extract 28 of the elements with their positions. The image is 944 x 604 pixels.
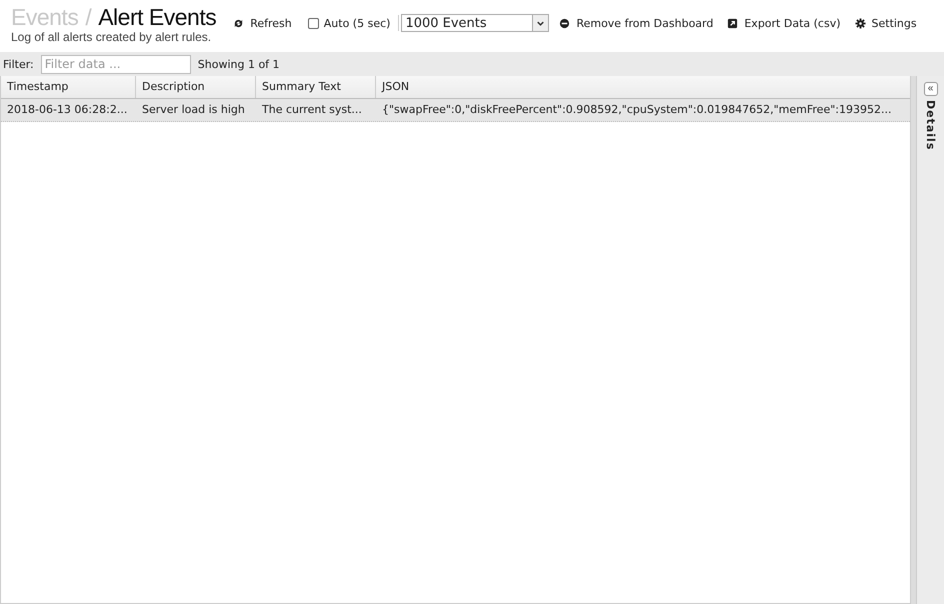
export-button[interactable]: Export Data (csv) xyxy=(720,16,848,30)
page-subtitle: Log of all alerts created by alert rules. xyxy=(11,30,212,44)
minus-circle-icon xyxy=(559,18,570,28)
filter-field[interactable]: Filter data ... xyxy=(40,54,191,74)
refresh-icon xyxy=(233,18,244,28)
auto-label: Auto (5 sec) xyxy=(324,16,390,30)
table-row[interactable]: 2018-06-13 06:28:2... Server load is high The current syst... {"swapFree":0,"diskFreePercent":0.908592,"cpuSystem":0.019847652,"memFree":193952... xyxy=(1,99,910,122)
settings-icon xyxy=(854,18,866,28)
column-header[interactable]: Description xyxy=(136,76,256,98)
event-limit-dropdown[interactable]: 1000 Events xyxy=(401,14,550,32)
details-tab[interactable]: Details xyxy=(924,100,937,150)
table-cell-text: The current syst... xyxy=(261,102,363,118)
auto-checkbox[interactable] xyxy=(308,18,319,28)
remove-button[interactable]: Remove from Dashboard xyxy=(552,16,720,30)
row-count: Showing 1 of 1 xyxy=(198,58,280,70)
external-link-icon xyxy=(727,18,738,28)
column-header[interactable]: JSON xyxy=(376,76,910,98)
settings-button[interactable]: Settings xyxy=(848,16,924,30)
filter-label: Filter: xyxy=(3,58,34,70)
table-cell-text: Server load is high xyxy=(141,102,246,118)
table-cell-text: 2018-06-13 06:28:2... xyxy=(6,102,128,118)
page-title: Alert Events xyxy=(98,4,216,30)
column-header[interactable]: Timestamp xyxy=(1,76,136,98)
refresh-button[interactable]: Refresh xyxy=(226,16,299,30)
column-header[interactable]: Summary Text xyxy=(256,76,376,98)
table-cell-text: {"swapFree":0,"diskFreePercent":0.908592,"cpuSystem":0.019847652,"memFree":193952... xyxy=(381,102,892,118)
breadcrumb-separator: / xyxy=(85,4,92,30)
expand-button[interactable]: « xyxy=(924,82,938,96)
